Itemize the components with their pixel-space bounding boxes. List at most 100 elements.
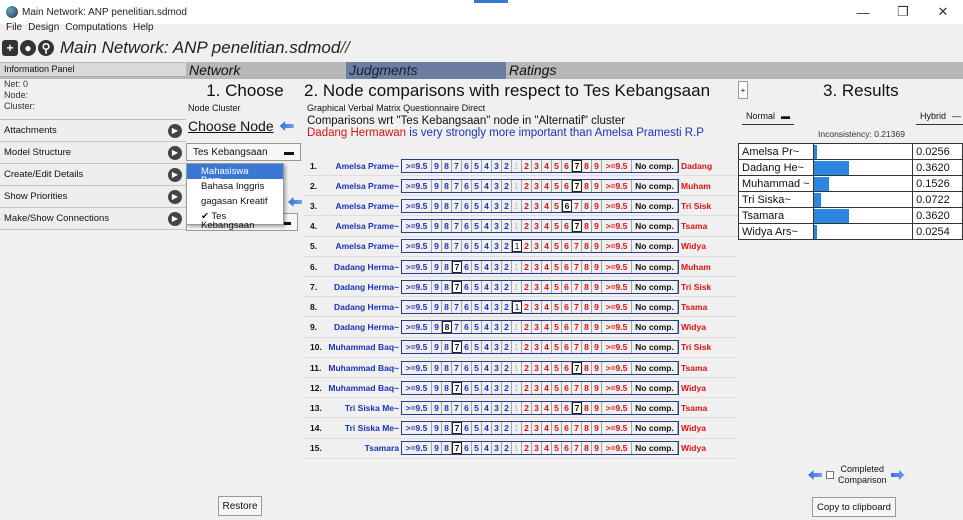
dropdown-option[interactable]: gagasan Kreatif xyxy=(187,194,283,209)
scale-cell[interactable]: 9 xyxy=(592,341,602,354)
scale-cell[interactable]: >=9.5 xyxy=(402,381,432,394)
scale-cell[interactable]: 8 xyxy=(582,240,592,253)
scale-cell[interactable]: 3 xyxy=(532,179,542,192)
scale-cell[interactable]: 2 xyxy=(502,260,512,273)
sidebar-item-attachments[interactable]: Attachments ▶ xyxy=(0,120,186,142)
scale-cell[interactable]: 7 xyxy=(452,401,462,414)
scale-cell[interactable]: 4 xyxy=(542,199,552,212)
scale-cell[interactable]: 3 xyxy=(492,361,502,374)
scale-cell[interactable]: 1 xyxy=(512,321,522,334)
no-comparison-cell[interactable]: No comp. xyxy=(632,422,678,435)
scale-cell[interactable]: 7 xyxy=(572,179,582,192)
scale-cell[interactable]: 5 xyxy=(552,240,562,253)
scale-cell[interactable]: 5 xyxy=(552,381,562,394)
scale-cell[interactable]: 5 xyxy=(472,240,482,253)
scale-cell[interactable]: 9 xyxy=(432,381,442,394)
scale-cell[interactable]: 7 xyxy=(572,401,582,414)
sidebar-item-model-structure[interactable]: Model Structure ▶ xyxy=(0,142,186,164)
scale-cell[interactable]: 3 xyxy=(532,199,542,212)
scale-cell[interactable]: 7 xyxy=(452,341,462,354)
scale-cell[interactable]: 7 xyxy=(572,321,582,334)
scale-cell[interactable]: 1 xyxy=(512,199,522,212)
scale-cell[interactable]: 3 xyxy=(492,422,502,435)
scale-cell[interactable]: >=9.5 xyxy=(602,341,632,354)
scale-cell[interactable]: 6 xyxy=(562,341,572,354)
scale-cell[interactable]: 7 xyxy=(452,159,462,172)
scale-cell[interactable]: 6 xyxy=(562,220,572,233)
scale-cell[interactable]: >=9.5 xyxy=(602,220,632,233)
scale-cell[interactable]: 4 xyxy=(482,179,492,192)
scale-cell[interactable]: 6 xyxy=(462,220,472,233)
no-comparison-cell[interactable]: No comp. xyxy=(632,199,678,212)
scale-cell[interactable]: 5 xyxy=(552,199,562,212)
restore-button[interactable]: Restore xyxy=(218,496,262,516)
no-comparison-cell[interactable]: No comp. xyxy=(632,159,678,172)
scale-cell[interactable]: 4 xyxy=(482,280,492,293)
scale-cell[interactable]: 2 xyxy=(522,300,532,313)
scale-cell[interactable]: 8 xyxy=(582,199,592,212)
scale-cell[interactable]: 5 xyxy=(552,361,562,374)
scale-cell[interactable]: 3 xyxy=(532,159,542,172)
arrow-right-icon[interactable]: ▶ xyxy=(168,123,182,138)
scale-cell[interactable]: 5 xyxy=(472,321,482,334)
scale-cell[interactable]: 3 xyxy=(532,381,542,394)
no-comparison-cell[interactable]: No comp. xyxy=(632,220,678,233)
scale-cell[interactable]: 3 xyxy=(532,442,542,455)
scale-cell[interactable]: >=9.5 xyxy=(402,361,432,374)
scale-cell[interactable]: 5 xyxy=(552,159,562,172)
scale-cell[interactable]: 2 xyxy=(522,341,532,354)
no-comparison-cell[interactable]: No comp. xyxy=(632,260,678,273)
scale-cell[interactable]: 4 xyxy=(482,442,492,455)
scale-cell[interactable]: 4 xyxy=(482,341,492,354)
scale-cell[interactable]: 3 xyxy=(532,300,542,313)
scale-cell[interactable]: 6 xyxy=(462,240,472,253)
scale-cell[interactable]: 9 xyxy=(592,159,602,172)
scale-cell[interactable]: 7 xyxy=(452,381,462,394)
scale-cell[interactable]: 6 xyxy=(562,422,572,435)
scale-cell[interactable]: 6 xyxy=(562,361,572,374)
scale-cell[interactable]: 6 xyxy=(562,321,572,334)
scale-cell[interactable]: 9 xyxy=(432,321,442,334)
scale-cell[interactable]: 7 xyxy=(572,381,582,394)
scale-cell[interactable]: 4 xyxy=(542,321,552,334)
scale-cell[interactable]: 7 xyxy=(572,422,582,435)
scale-cell[interactable]: 6 xyxy=(462,260,472,273)
scale-cell[interactable]: 3 xyxy=(532,321,542,334)
scale-cell[interactable]: 4 xyxy=(482,199,492,212)
scale-cell[interactable]: 8 xyxy=(442,240,452,253)
scale-cell[interactable]: 4 xyxy=(482,159,492,172)
dropdown-option[interactable]: Bahasa Inggris xyxy=(187,179,283,194)
scale-cell[interactable]: 5 xyxy=(472,179,482,192)
scale-cell[interactable]: 7 xyxy=(452,300,462,313)
scale-cell[interactable]: 2 xyxy=(522,179,532,192)
scale-cell[interactable]: 7 xyxy=(452,220,462,233)
scale-cell[interactable]: 9 xyxy=(592,442,602,455)
scale-cell[interactable]: 1 xyxy=(512,442,522,455)
scale-cell[interactable]: 5 xyxy=(552,280,562,293)
scale-cell[interactable]: 5 xyxy=(552,422,562,435)
scale-cell[interactable]: 4 xyxy=(542,179,552,192)
scale-cell[interactable]: 4 xyxy=(482,300,492,313)
scale-cell[interactable]: 1 xyxy=(512,300,522,313)
scale-cell[interactable]: 7 xyxy=(572,159,582,172)
expand-button[interactable]: + xyxy=(738,81,748,99)
scale-cell[interactable]: 4 xyxy=(542,442,552,455)
scale-cell[interactable]: >=9.5 xyxy=(602,321,632,334)
scale-cell[interactable]: 6 xyxy=(462,442,472,455)
scale-cell[interactable]: >=9.5 xyxy=(402,401,432,414)
scale-cell[interactable]: 9 xyxy=(432,220,442,233)
scale-cell[interactable]: 1 xyxy=(512,280,522,293)
no-comparison-cell[interactable]: No comp. xyxy=(632,401,678,414)
scale-cell[interactable]: 5 xyxy=(472,442,482,455)
menu-file[interactable]: File xyxy=(6,22,22,35)
scale-cell[interactable]: 3 xyxy=(492,260,502,273)
scale-cell[interactable]: 4 xyxy=(482,361,492,374)
scale-cell[interactable]: 5 xyxy=(552,260,562,273)
scale-cell[interactable]: 2 xyxy=(522,159,532,172)
scale-cell[interactable]: 5 xyxy=(472,159,482,172)
hybrid-select[interactable]: Hybrid — xyxy=(916,107,963,125)
scale-cell[interactable]: 6 xyxy=(562,199,572,212)
scale-cell[interactable]: 3 xyxy=(532,280,542,293)
scale-cell[interactable]: 2 xyxy=(502,341,512,354)
scale-cell[interactable]: 9 xyxy=(432,260,442,273)
